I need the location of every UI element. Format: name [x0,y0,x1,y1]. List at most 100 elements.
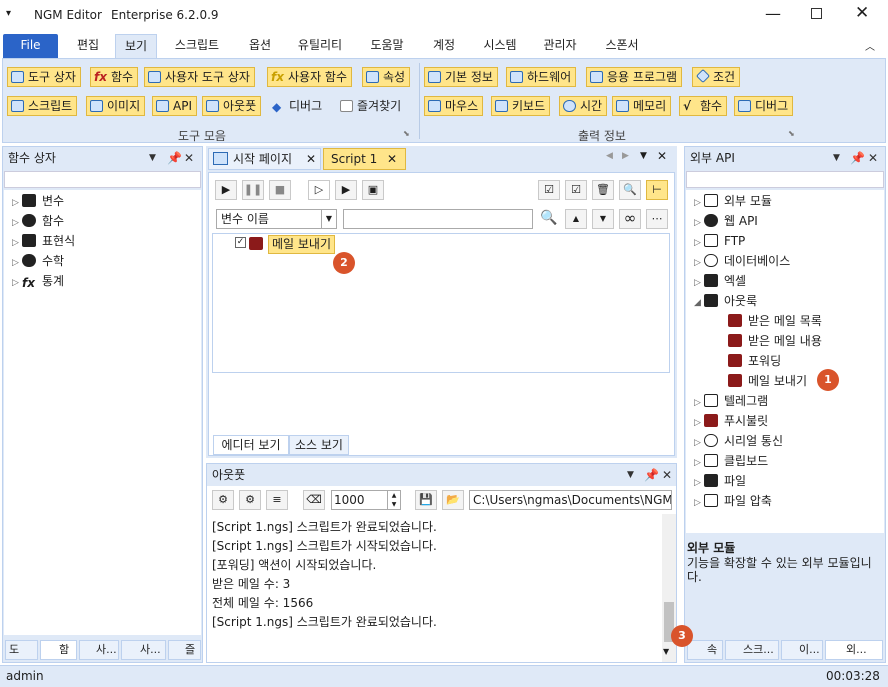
close-tab-icon[interactable]: ✕ [387,149,397,169]
tab-options[interactable]: 옵션 [238,34,282,58]
save-icon[interactable]: 💾 [415,490,437,510]
tab-list-icon[interactable]: ▼ [640,151,647,161]
user-toolbox-button[interactable]: 사용자 도구 상자 [144,67,255,87]
tree-item-expression[interactable]: ▷ 표현식 [12,232,75,250]
tree-item-ftp[interactable]: ▷ FTP [694,232,745,250]
wrap-icon[interactable]: ≡ [266,490,288,510]
basic-info-button[interactable]: 기본 정보 [424,67,498,87]
tab-properties[interactable]: 속 [687,640,723,660]
tab-script-1[interactable]: Script 1 ✕ [323,148,406,170]
scroll-down-icon[interactable]: ▼ [663,647,669,656]
tab-user-toolbox[interactable]: 사... [79,640,119,660]
tab-edit[interactable]: 편집 [66,34,110,58]
debug-button[interactable]: ◆ 디버그 [268,96,327,116]
pin-icon[interactable]: 📌 [167,147,182,169]
send-mail-node[interactable]: 메일 보내기 [268,235,336,254]
tree-item-outlook[interactable]: ◢ 아웃룩 [694,292,757,310]
tree-item-serial[interactable]: ▷ 시리얼 통신 [694,432,783,450]
log-path-field[interactable]: C:\Users\ngmas\Documents\NGM6\ [469,490,672,510]
close-panel-icon[interactable]: ✕ [184,147,194,169]
tab-start-page[interactable]: 시작 페이지 ✕ [208,148,321,170]
time-button[interactable]: 시간 [559,96,608,116]
tab-functions[interactable]: 함 [40,640,77,660]
delete-icon[interactable]: 🗑 [592,180,614,200]
pin-icon[interactable]: 📌 [850,147,865,169]
node-checkbox[interactable]: ✓ [235,237,246,248]
tree-item-telegram[interactable]: ▷ 텔레그램 [694,392,768,410]
minimize-icon[interactable]: — [765,4,781,23]
close-panel-icon[interactable]: ✕ [662,464,672,486]
tree-item-forwarding[interactable]: 포워딩 [728,352,781,370]
tab-utility[interactable]: 유틸리티 [290,34,350,58]
check-all-icon[interactable]: ☑ [538,180,560,200]
script-button[interactable]: 스크립트 [7,96,78,116]
maximize-icon[interactable] [811,8,822,19]
tab-source-view[interactable]: 소스 보기 [289,435,349,455]
tab-sponsor[interactable]: 스폰서 [596,34,648,58]
tab-favorites[interactable]: 즐 [168,640,201,660]
application-button[interactable]: 응용 프로그램 [586,67,683,87]
tab-external[interactable]: 외... [825,640,883,660]
hardware-button[interactable]: 하드웨어 [506,67,577,87]
folder-icon[interactable]: 📂 [442,490,464,510]
tree-item-function[interactable]: ▷ 함수 [12,212,64,230]
stepper-arrows-icon[interactable]: ▲ ▼ [387,491,400,509]
toolbox-button[interactable]: 도구 상자 [7,67,81,87]
tree-item-inbox-list[interactable]: 받은 메일 목록 [728,312,822,330]
search-icon[interactable]: 🔍 [619,180,641,200]
tree-item-database[interactable]: ▷ 데이터베이스 [694,252,790,270]
collapse-ribbon-icon[interactable]: ︿ [865,38,875,53]
run-to-button[interactable]: ▶ [335,180,357,200]
tree-item-clipboard[interactable]: ▷ 클립보드 [694,452,768,470]
tab-editor-view[interactable]: 에디터 보기 [213,435,289,455]
tree-item-file-compress[interactable]: ▷ 파일 압축 [694,492,772,510]
tree-item-file[interactable]: ▷ 파일 [694,472,746,490]
mouse-button[interactable]: 마우스 [424,96,484,116]
dialog-launcher-icon[interactable]: ⬊ [788,129,795,138]
tab-admin[interactable]: 관리자 [534,34,586,58]
output-function-button[interactable]: √ 함수 [679,96,728,116]
dropdown-icon[interactable]: ▼ [149,147,156,169]
output-debug-button[interactable]: 디버그 [734,96,794,116]
step-button[interactable]: ▷ [308,180,330,200]
stop-button[interactable]: ■ [269,180,291,200]
more-icon[interactable]: ⋯ [646,209,668,229]
tree-item-web-api[interactable]: ▷ 웹 API [694,212,758,230]
search-input[interactable] [4,171,201,188]
loop-icon[interactable]: ∞ [619,209,641,229]
tab-view[interactable]: 보기 [115,34,157,58]
tab-script[interactable]: 스크립트 [165,34,229,58]
condition-button[interactable]: 조건 [692,67,741,87]
move-up-icon[interactable]: ▲ [565,209,587,229]
check-icon[interactable]: ☑ [565,180,587,200]
keyboard-button[interactable]: 키보드 [491,96,551,116]
clear-log-icon[interactable]: ⌫ [303,490,325,510]
dropdown-icon[interactable]: ▼ [627,464,634,486]
tab-scripts[interactable]: 스크... [725,640,779,660]
variable-search-input[interactable] [343,209,533,229]
dialog-launcher-icon[interactable]: ⬊ [403,129,410,138]
run-selection-button[interactable]: ▣ [362,180,384,200]
tree-item-math[interactable]: ▷ 수학 [12,252,64,270]
pause-button[interactable]: ❚❚ [242,180,264,200]
tab-system[interactable]: 시스템 [476,34,524,58]
api-button[interactable]: API [152,96,197,116]
favorites-button[interactable]: 즐겨찾기 [336,96,406,116]
close-tab-icon[interactable]: ✕ [306,149,316,169]
tab-toolbox[interactable]: 도 [5,640,38,660]
api-search-input[interactable] [686,171,884,188]
tree-item-inbox-content[interactable]: 받은 메일 내용 [728,332,822,350]
close-icon[interactable]: ✕ [855,3,869,23]
tree-item-external-module[interactable]: ▷ 외부 모듈 [694,192,772,210]
tab-user-functions[interactable]: 사... [121,640,166,660]
tree-view-icon[interactable]: ⊢ [646,180,668,200]
tree-item-statistics[interactable]: ▷ fx 통계 [12,272,64,290]
max-lines-stepper[interactable]: 1000 ▲ ▼ [331,490,401,510]
function-button[interactable]: fx 함수 [90,67,139,87]
system-menu-icon[interactable]: ▾ [6,8,11,19]
dropdown-icon[interactable]: ▼ [833,147,840,169]
variable-name-select[interactable]: 변수 이름 ▼ [216,209,337,229]
tab-images[interactable]: 이... [781,640,823,660]
tab-help[interactable]: 도움말 [362,34,412,58]
tree-item-pushbullet[interactable]: ▷ 푸시불릿 [694,412,768,430]
